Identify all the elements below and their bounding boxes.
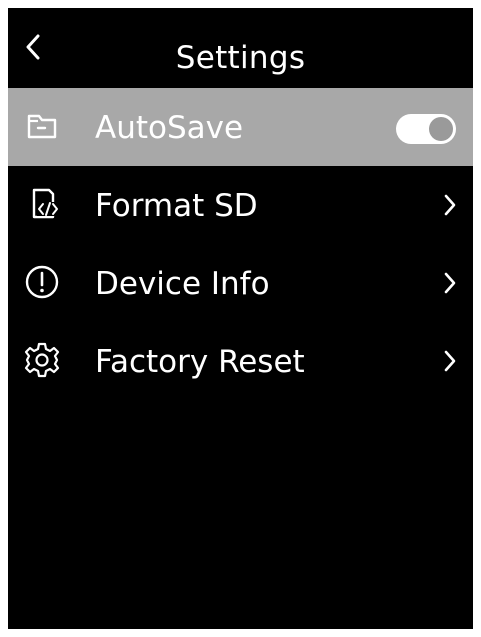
menu-item-label: AutoSave: [95, 110, 244, 146]
menu-item-device-info[interactable]: Device Info: [8, 244, 473, 322]
autosave-toggle[interactable]: [396, 114, 456, 144]
page-title: Settings: [175, 40, 306, 76]
menu-item-label: Factory Reset: [95, 344, 305, 380]
menu-item-label: Format SD: [95, 188, 258, 224]
menu-item-factory-reset[interactable]: Factory Reset: [8, 322, 473, 400]
settings-menu: AutoSave Format SD Device Info Factory R…: [8, 88, 473, 400]
menu-item-label: Device Info: [95, 266, 270, 302]
info-circle-icon: [25, 265, 59, 299]
chevron-right-icon: [444, 350, 456, 372]
chevron-right-icon: [444, 272, 456, 294]
settings-screen: Settings AutoSave Format SD Device Info …: [8, 8, 473, 629]
toggle-knob: [429, 117, 453, 141]
header: Settings: [8, 8, 473, 88]
chevron-right-icon: [444, 194, 456, 216]
menu-item-format-sd[interactable]: Format SD: [8, 166, 473, 244]
sd-card-code-icon: [32, 188, 60, 219]
menu-item-autosave[interactable]: AutoSave: [8, 88, 473, 166]
gear-icon: [24, 342, 60, 378]
folder-icon: [27, 114, 57, 139]
